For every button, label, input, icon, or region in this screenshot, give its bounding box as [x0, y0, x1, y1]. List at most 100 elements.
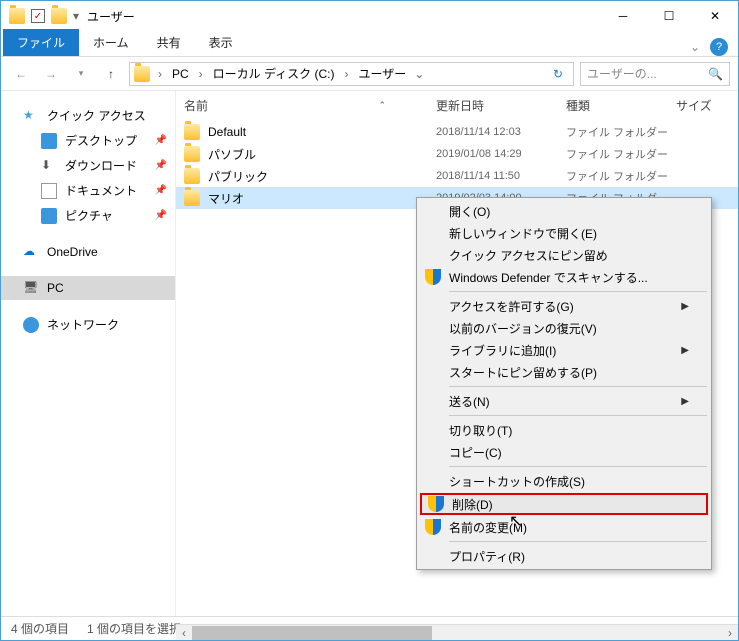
- cloud-icon: ☁: [23, 244, 39, 260]
- file-date: 2018/11/14 11:50: [436, 170, 566, 182]
- separator: [449, 541, 707, 542]
- navigation-bar: ← → ▾ ↑ › PC › ローカル ディスク (C:) › ユーザー ⌄ ↻…: [1, 57, 738, 91]
- chevron-right-icon[interactable]: ›: [341, 67, 353, 81]
- ribbon-expand-icon[interactable]: ⌄: [690, 40, 700, 54]
- ctx-send-to[interactable]: 送る(N)▶: [419, 390, 709, 412]
- tree-pictures[interactable]: ピクチャ 📌: [1, 203, 175, 228]
- maximize-button[interactable]: ☐: [646, 1, 692, 31]
- up-button[interactable]: ↑: [99, 62, 123, 86]
- tree-desktop[interactable]: デスクトップ 📌: [1, 128, 175, 153]
- tree-quick-access[interactable]: ★ クイック アクセス: [1, 103, 175, 128]
- folder-icon: [184, 146, 200, 162]
- separator: [449, 466, 707, 467]
- file-type: ファイル フォルダー: [566, 168, 676, 184]
- tree-onedrive[interactable]: ☁ OneDrive: [1, 240, 175, 264]
- ctx-rename[interactable]: 名前の変更(M): [419, 516, 709, 538]
- ribbon-tabs: ファイル ホーム 共有 表示 ⌄ ?: [1, 31, 738, 57]
- ctx-open[interactable]: 開く(O): [419, 200, 709, 222]
- separator: [449, 386, 707, 387]
- file-type: ファイル フォルダー: [566, 146, 676, 162]
- tab-share[interactable]: 共有: [143, 29, 195, 56]
- separator: [449, 415, 707, 416]
- back-button[interactable]: ←: [9, 62, 33, 86]
- table-row[interactable]: パブリック2018/11/14 11:50ファイル フォルダー: [176, 165, 738, 187]
- recent-dropdown[interactable]: ▾: [69, 62, 93, 86]
- ctx-properties[interactable]: プロパティ(R): [419, 545, 709, 567]
- folder-icon: [9, 8, 25, 24]
- table-row[interactable]: Default2018/11/14 12:03ファイル フォルダー: [176, 121, 738, 143]
- file-date: 2018/11/14 12:03: [436, 126, 566, 138]
- tab-view[interactable]: 表示: [195, 29, 247, 56]
- star-icon: ★: [23, 108, 39, 124]
- help-icon[interactable]: ?: [710, 38, 728, 56]
- chevron-right-icon: ▶: [681, 396, 689, 407]
- window-title: ユーザー: [87, 8, 135, 25]
- folder-icon: [134, 66, 150, 82]
- tab-file[interactable]: ファイル: [3, 29, 79, 56]
- tree-network[interactable]: ネットワーク: [1, 312, 175, 337]
- status-selected-count: 1 個の項目を選択: [87, 620, 181, 637]
- search-input[interactable]: ユーザーの... 🔍: [580, 62, 730, 86]
- file-date: 2019/01/08 14:29: [436, 148, 566, 160]
- pin-icon: 📌: [155, 210, 167, 221]
- ctx-pin-quick-access[interactable]: クイック アクセスにピン留め: [419, 244, 709, 266]
- chevron-right-icon[interactable]: ›: [195, 67, 207, 81]
- document-icon: [41, 183, 57, 199]
- pc-icon: 🖥: [23, 280, 39, 296]
- ctx-create-shortcut[interactable]: ショートカットの作成(S): [419, 470, 709, 492]
- address-dropdown-icon[interactable]: ⌄: [412, 67, 426, 81]
- ctx-open-new-window[interactable]: 新しいウィンドウで開く(E): [419, 222, 709, 244]
- forward-button[interactable]: →: [39, 62, 63, 86]
- column-name[interactable]: 名前 ⌃: [176, 97, 436, 114]
- file-name: Default: [208, 125, 246, 139]
- ctx-restore-versions[interactable]: 以前のバージョンの復元(V): [419, 317, 709, 339]
- column-size[interactable]: サイズ: [676, 97, 736, 114]
- ctx-pin-start[interactable]: スタートにピン留めする(P): [419, 361, 709, 383]
- column-type[interactable]: 種類: [566, 97, 676, 114]
- ctx-copy[interactable]: コピー(C): [419, 441, 709, 463]
- tree-documents[interactable]: ドキュメント 📌: [1, 178, 175, 203]
- qat-properties-icon[interactable]: ✓: [31, 9, 45, 23]
- minimize-button[interactable]: ─: [600, 1, 646, 31]
- shield-icon: [425, 269, 441, 285]
- crumb-pc[interactable]: PC: [170, 67, 191, 81]
- address-bar[interactable]: › PC › ローカル ディスク (C:) › ユーザー ⌄ ↻: [129, 62, 574, 86]
- chevron-right-icon: ▶: [681, 345, 689, 356]
- search-icon: 🔍: [708, 67, 723, 81]
- ctx-add-library[interactable]: ライブラリに追加(I)▶: [419, 339, 709, 361]
- separator: [449, 291, 707, 292]
- download-icon: ⬇: [41, 158, 57, 174]
- crumb-disk[interactable]: ローカル ディスク (C:): [211, 65, 337, 82]
- context-menu: 開く(O) 新しいウィンドウで開く(E) クイック アクセスにピン留め Wind…: [416, 197, 712, 570]
- close-button[interactable]: ✕: [692, 1, 738, 31]
- ctx-defender-scan[interactable]: Windows Defender でスキャンする...: [419, 266, 709, 288]
- folder-icon: [184, 190, 200, 206]
- folder-icon: [184, 168, 200, 184]
- tab-home[interactable]: ホーム: [79, 29, 143, 56]
- crumb-users[interactable]: ユーザー: [357, 65, 409, 82]
- column-date[interactable]: 更新日時: [436, 97, 566, 114]
- ctx-cut[interactable]: 切り取り(T): [419, 419, 709, 441]
- network-icon: [23, 317, 39, 333]
- scroll-right-button[interactable]: ›: [722, 625, 738, 641]
- tree-downloads[interactable]: ⬇ ダウンロード 📌: [1, 153, 175, 178]
- picture-icon: [41, 208, 57, 224]
- status-item-count: 4 個の項目: [11, 620, 69, 637]
- chevron-right-icon[interactable]: ›: [154, 67, 166, 81]
- pin-icon: 📌: [155, 185, 167, 196]
- shield-icon: [428, 496, 444, 512]
- qat-dropdown-icon[interactable]: ▾: [73, 9, 79, 23]
- table-row[interactable]: パソブル2019/01/08 14:29ファイル フォルダー: [176, 143, 738, 165]
- title-bar: ✓ ▾ ユーザー ─ ☐ ✕: [1, 1, 738, 31]
- ctx-grant-access[interactable]: アクセスを許可する(G)▶: [419, 295, 709, 317]
- search-placeholder: ユーザーの...: [587, 65, 657, 82]
- scroll-left-button[interactable]: ‹: [176, 625, 192, 641]
- scroll-thumb[interactable]: [192, 626, 432, 640]
- tree-pc[interactable]: 🖥 PC: [1, 276, 175, 300]
- refresh-button[interactable]: ↻: [547, 67, 569, 81]
- file-name: マリオ: [208, 190, 244, 207]
- column-headers: 名前 ⌃ 更新日時 種類 サイズ: [176, 91, 738, 121]
- shield-icon: [425, 519, 441, 535]
- horizontal-scrollbar[interactable]: ‹ ›: [176, 624, 738, 640]
- ctx-delete[interactable]: 削除(D): [420, 493, 708, 515]
